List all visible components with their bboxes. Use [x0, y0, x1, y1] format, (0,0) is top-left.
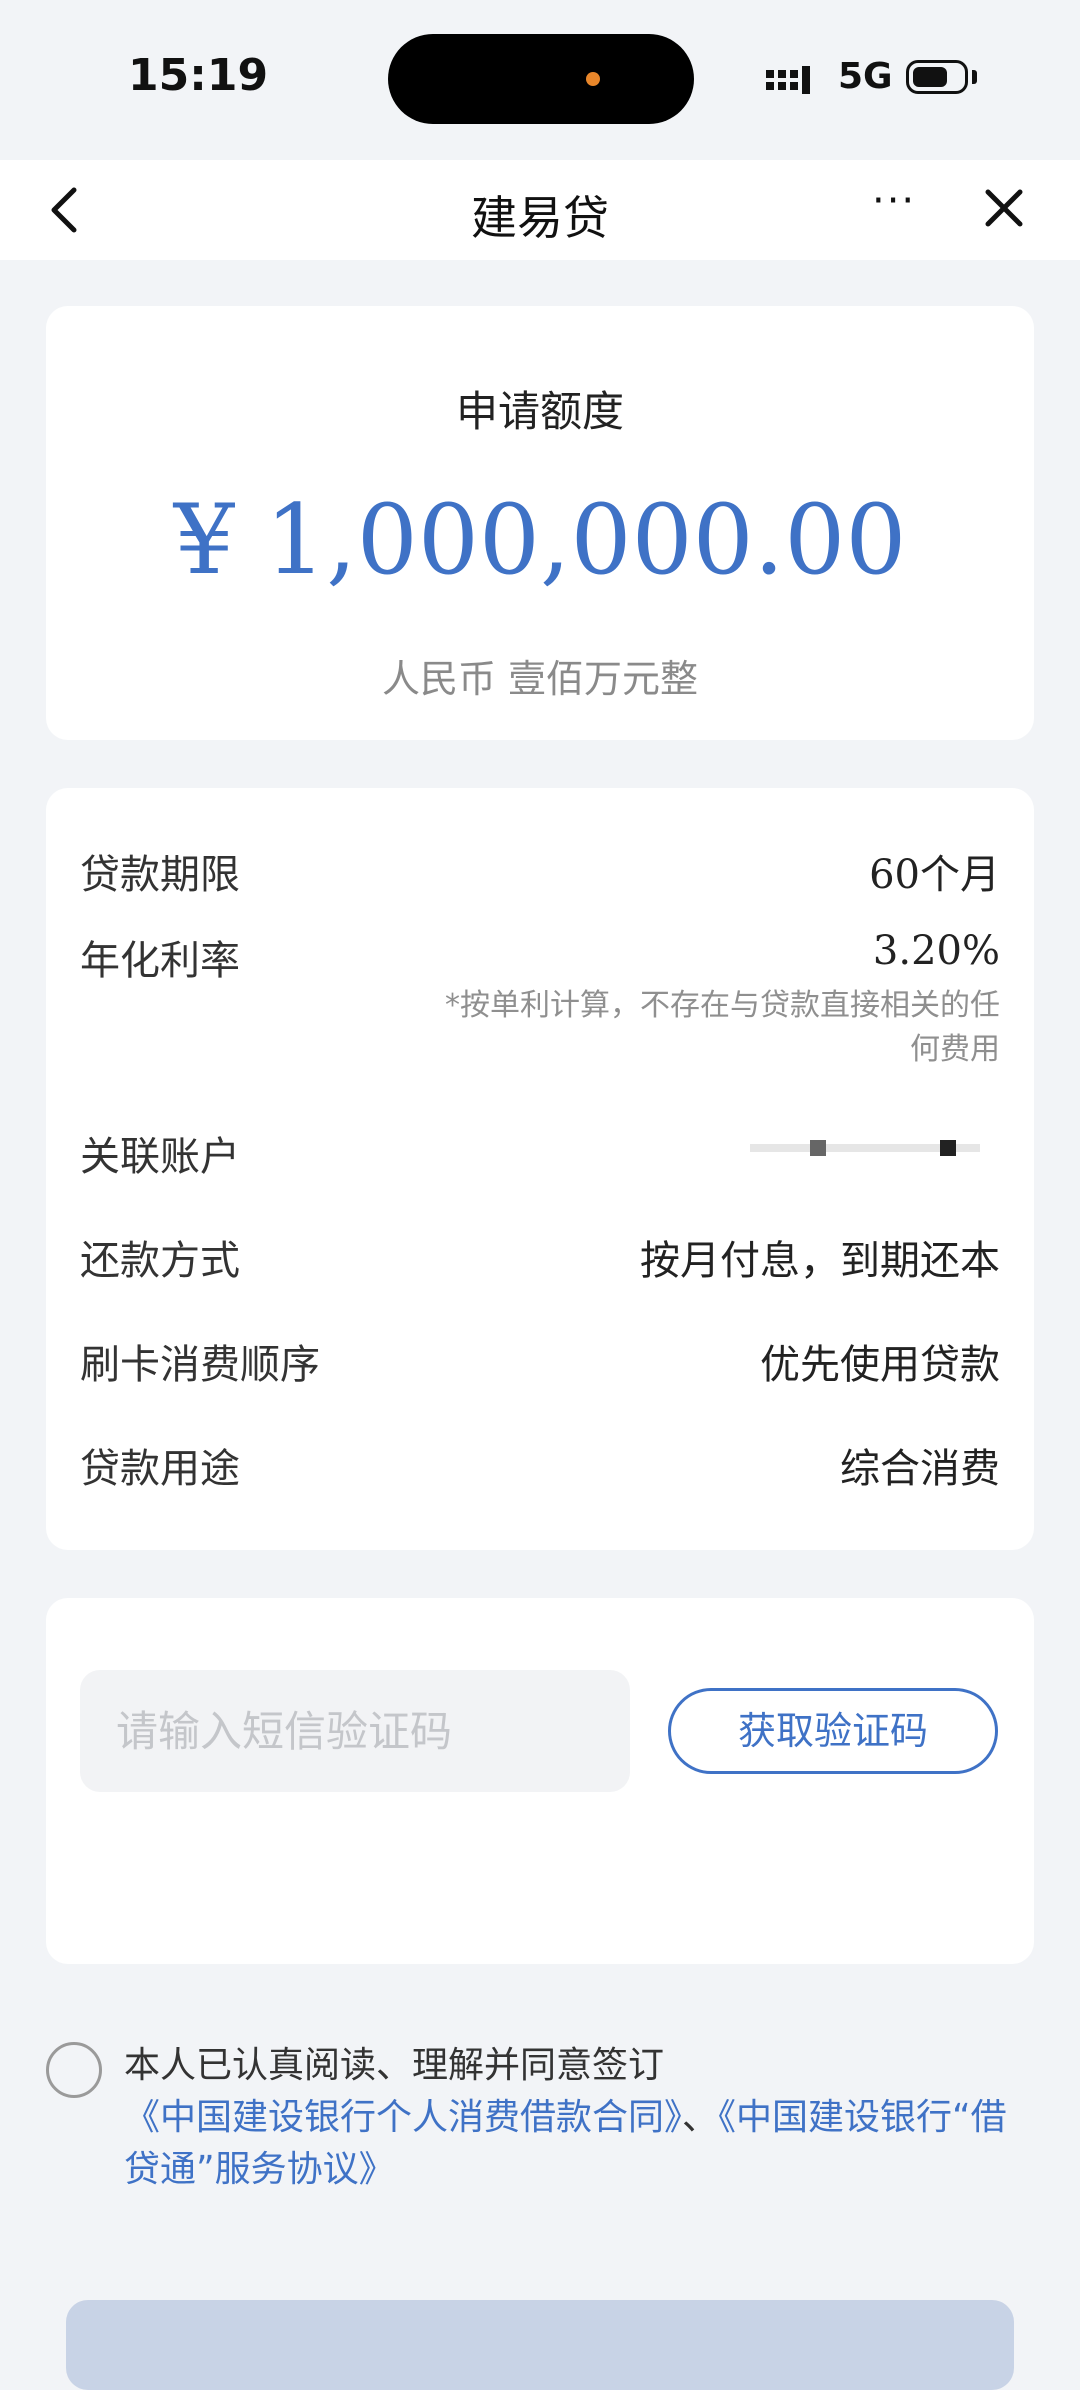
camera-indicator-icon [586, 72, 600, 86]
submit-button[interactable] [66, 2300, 1014, 2390]
network-type: 5G [838, 56, 893, 97]
signal-icon [766, 66, 810, 94]
close-icon[interactable] [980, 184, 1028, 232]
agreement-separator: 、 [682, 2097, 719, 2138]
rate-label: 年化利率 [80, 938, 240, 984]
amount-card: 申请额度 ¥ 1,000,000.00 人民币 壹佰万元整 [46, 306, 1034, 740]
agreement-prefix: 本人已认真阅读、理解并同意签订 [124, 2045, 665, 2086]
agree-checkbox[interactable] [46, 2042, 102, 2098]
term-value: 60个月 [869, 852, 1000, 898]
amount-label: 申请额度 [455, 387, 624, 436]
rate-note: *按单利计算，不存在与贷款直接相关的任何费用 [445, 988, 1000, 1067]
dynamic-island [388, 34, 694, 124]
more-icon[interactable]: ··· [872, 178, 916, 224]
status-time: 15:19 [128, 50, 269, 101]
repay-method-value: 按月付息，到期还本 [640, 1238, 1000, 1284]
account-label: 关联账户 [80, 1134, 240, 1180]
amount-value: ¥ 1,000,000.00 [173, 484, 907, 596]
battery-icon [906, 60, 968, 94]
term-label: 贷款期限 [80, 852, 240, 898]
spend-order-value: 优先使用贷款 [760, 1342, 1000, 1388]
status-bar: 15:19 5G [0, 0, 1080, 160]
repay-method-label: 还款方式 [80, 1238, 240, 1284]
sms-verification-card: 获取验证码 [46, 1598, 1034, 1964]
rate-value: 3.20% [872, 928, 1000, 974]
nav-bar: 建易贷 ··· [0, 160, 1080, 260]
amount-in-words: 人民币 壹佰万元整 [381, 657, 699, 701]
agreement-text: 本人已认真阅读、理解并同意签订 《中国建设银行个人消费借款合同》、《中国建设银行… [124, 2040, 1040, 2196]
loan-details-card: 贷款期限 60个月 年化利率 3.20% *按单利计算，不存在与贷款直接相关的任… [46, 788, 1034, 1550]
spend-order-label: 刷卡消费顺序 [80, 1342, 320, 1388]
purpose-value: 综合消费 [840, 1446, 1000, 1492]
sms-code-input[interactable] [80, 1670, 630, 1792]
contract-link[interactable]: 《中国建设银行个人消费借款合同》 [124, 2097, 682, 2138]
page-title: 建易贷 [471, 191, 609, 245]
battery-cap [972, 70, 977, 84]
purpose-label: 贷款用途 [80, 1446, 240, 1492]
get-code-button[interactable]: 获取验证码 [668, 1688, 998, 1774]
masked-account-number [750, 1140, 980, 1156]
